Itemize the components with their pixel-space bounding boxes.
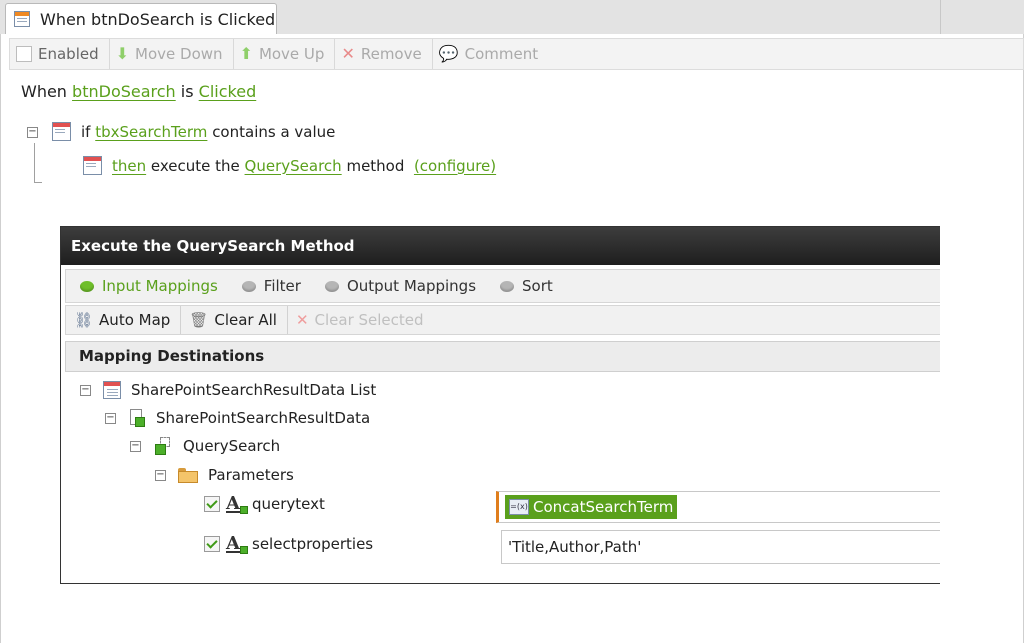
mapping-toolbar: ⛓ Auto Map 🗑 Clear All ✕ Clear Selected <box>65 305 940 335</box>
tab-filter[interactable]: Filter <box>241 277 301 295</box>
tree-node-list[interactable]: − SharePointSearchResultData List <box>80 381 376 399</box>
tab-label: Output Mappings <box>346 277 477 295</box>
param-name: selectproperties <box>252 535 374 553</box>
remove-button[interactable]: ✕ Remove <box>335 39 433 69</box>
execute-text: execute the <box>150 156 240 175</box>
radio-dot-icon <box>241 280 256 292</box>
querytext-value-field[interactable]: =(x) ConcatSearchTerm <box>496 491 940 523</box>
collapse-toggle[interactable]: − <box>80 384 91 396</box>
clear-selected-label: Clear Selected <box>314 311 424 329</box>
tab-sort[interactable]: Sort <box>500 277 553 295</box>
param-checkbox[interactable] <box>204 496 220 512</box>
control-link-tbxSearchTerm[interactable]: tbxSearchTerm <box>95 123 207 141</box>
dialog-title[interactable]: Execute the QuerySearch Method <box>61 227 940 265</box>
folder-icon <box>178 467 198 483</box>
tab-label: Input Mappings <box>102 277 218 295</box>
is-text: is <box>180 82 194 101</box>
remove-label: Remove <box>360 45 422 63</box>
list-icon <box>103 381 121 399</box>
tab-label: Sort <box>522 277 553 295</box>
arrow-up-icon: ⬆ <box>239 44 253 63</box>
execute-method-dialog: Execute the QuerySearch Method Input Map… <box>60 226 940 584</box>
close-icon: ✕ <box>341 44 355 63</box>
move-down-button[interactable]: ⬇ Move Down <box>110 39 234 69</box>
enabled-label: Enabled <box>38 45 99 63</box>
token-label: ConcatSearchTerm <box>533 498 674 516</box>
tab-title: When btnDoSearch is Clicked <box>40 9 276 29</box>
auto-map-label: Auto Map <box>99 311 171 329</box>
param-row-selectproperties: A selectproperties <box>204 533 374 554</box>
rule-heading: When btnDoSearch is Clicked <box>21 82 256 101</box>
move-down-label: Move Down <box>135 45 223 63</box>
configure-link[interactable]: (configure) <box>414 157 496 175</box>
method-icon <box>153 437 173 455</box>
dialog-tabs: Input Mappings Filter Output Mappings So… <box>65 269 940 303</box>
clear-all-label: Clear All <box>214 311 277 329</box>
tree-node-parameters[interactable]: − Parameters <box>155 466 294 484</box>
auto-map-button[interactable]: ⛓ Auto Map <box>66 306 182 334</box>
tab-input-mappings[interactable]: Input Mappings <box>80 277 218 295</box>
move-up-button[interactable]: ⬆ Move Up <box>234 39 336 69</box>
value-token[interactable]: =(x) ConcatSearchTerm <box>505 495 678 519</box>
collapse-condition-toggle[interactable]: − <box>27 127 38 138</box>
selectproperties-value-field[interactable]: 'Title,Author,Path' <box>501 530 940 564</box>
collapse-toggle[interactable]: − <box>130 440 141 452</box>
clear-all-button[interactable]: 🗑 Clear All <box>181 306 288 334</box>
method-text: method <box>346 156 405 175</box>
then-link[interactable]: then <box>112 157 146 175</box>
if-text: if <box>81 122 91 141</box>
condition-text: contains a value <box>212 122 336 141</box>
tab-output-mappings[interactable]: Output Mappings <box>324 277 477 295</box>
control-link-btnDoSearch[interactable]: btnDoSearch <box>72 82 176 101</box>
expression-icon: =(x) <box>509 499 529 515</box>
condition-row: if tbxSearchTerm contains a value <box>52 122 335 141</box>
tab-label: Filter <box>263 277 301 295</box>
collapse-toggle[interactable]: − <box>155 469 166 481</box>
close-icon: ✕ <box>295 311 309 329</box>
radio-dot-icon <box>324 280 339 292</box>
param-row-querytext: A querytext <box>204 493 325 514</box>
action-row: then execute the QuerySearch method (con… <box>83 156 496 175</box>
radio-dot-icon <box>80 280 94 292</box>
rule-icon <box>14 11 30 27</box>
tree-node-label: QuerySearch <box>183 437 281 455</box>
tree-node-label: Parameters <box>208 466 294 484</box>
when-text: When <box>21 82 67 101</box>
comment-label: Comment <box>464 45 539 63</box>
collapse-toggle[interactable]: − <box>105 412 116 424</box>
tree-connector <box>34 182 42 183</box>
move-up-label: Move Up <box>258 45 325 63</box>
method-link-querysearch[interactable]: QuerySearch <box>245 157 342 175</box>
action-icon <box>83 156 102 175</box>
arrow-down-icon: ⬇ <box>115 44 130 63</box>
rule-toolbar: Enabled ⬇ Move Down ⬆ Move Up ✕ Remove 💬… <box>9 38 1024 70</box>
tab-rule-designer[interactable]: When btnDoSearch is Clicked <box>5 3 277 34</box>
text-property-icon: A <box>226 533 248 554</box>
radio-dot-icon <box>500 280 515 292</box>
tree-node-label: SharePointSearchResultData <box>156 409 371 427</box>
tree-node-label: SharePointSearchResultData List <box>131 381 377 399</box>
text-property-icon: A <box>226 493 248 514</box>
tree-node-smartobject[interactable]: − SharePointSearchResultData <box>105 409 370 427</box>
enabled-checkbox[interactable] <box>16 46 32 62</box>
param-name: querytext <box>252 495 325 513</box>
tree-connector <box>34 143 35 183</box>
speech-bubble-icon: 💬 <box>438 44 459 63</box>
event-link-clicked[interactable]: Clicked <box>199 82 257 101</box>
param-checkbox[interactable] <box>204 536 220 552</box>
smartobject-icon <box>128 409 146 427</box>
tab-strip-separator <box>940 0 941 34</box>
tree-node-method[interactable]: − QuerySearch <box>130 437 280 455</box>
mapping-destinations-header: Mapping Destinations <box>65 341 940 372</box>
comment-button[interactable]: 💬 Comment <box>433 39 548 69</box>
trash-icon: 🗑 <box>189 311 209 329</box>
auto-map-icon: ⛓ <box>74 311 94 329</box>
clear-selected-button[interactable]: ✕ Clear Selected <box>288 306 434 334</box>
condition-icon <box>52 122 71 141</box>
enabled-toggle[interactable]: Enabled <box>10 39 110 69</box>
